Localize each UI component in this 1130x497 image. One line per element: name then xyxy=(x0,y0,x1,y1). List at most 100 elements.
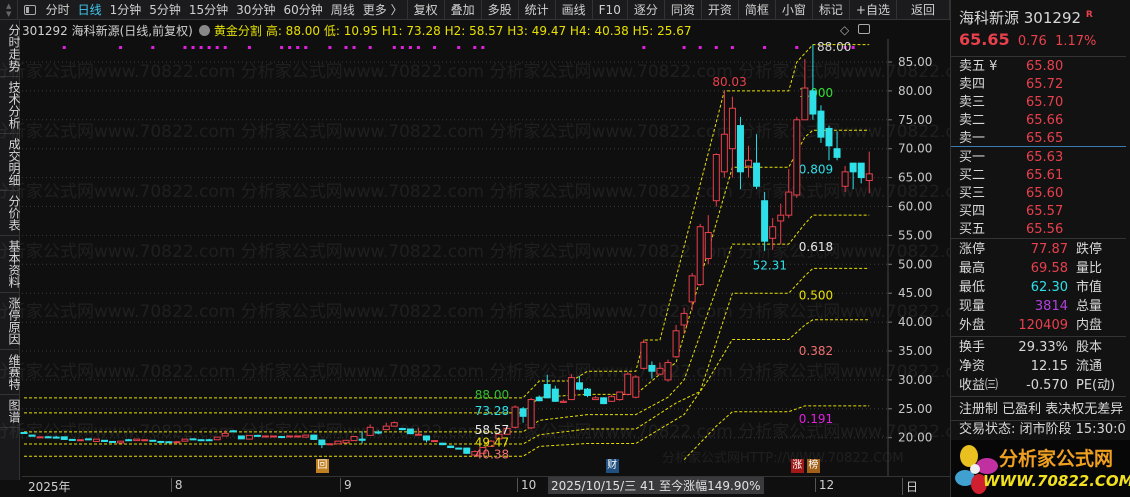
signal-dot xyxy=(199,46,203,49)
signal-dot xyxy=(682,46,686,49)
divider xyxy=(951,146,1126,147)
ask-label: 卖三 xyxy=(959,95,986,110)
stat-value: 77.87 xyxy=(1030,242,1068,257)
candle-body xyxy=(157,440,165,443)
candle-body xyxy=(817,110,825,138)
candle-body xyxy=(688,275,696,303)
candle-body xyxy=(543,384,551,399)
signal-dot xyxy=(352,46,356,49)
bid-price: 65.57 xyxy=(1026,204,1064,219)
signal-dot xyxy=(481,46,485,49)
price-change: 0.76 xyxy=(1017,34,1047,49)
candle xyxy=(20,431,28,434)
candle xyxy=(60,436,68,441)
candle-body xyxy=(511,406,519,428)
candle-body xyxy=(632,376,640,398)
ask-price: 65.65 xyxy=(1026,131,1064,146)
y-tick-label: 75.00 xyxy=(898,113,932,127)
stat-label: 现量 xyxy=(959,299,986,314)
bid-row: 买二 65.61 xyxy=(959,167,1063,185)
ask-label: 卖四 xyxy=(959,77,986,92)
signal-dot xyxy=(433,46,437,49)
fib-line xyxy=(24,267,870,445)
candle-body xyxy=(769,226,777,239)
candle-body xyxy=(559,400,567,403)
candle xyxy=(656,362,664,376)
signal-dot xyxy=(191,46,195,49)
candle xyxy=(237,435,245,440)
candle-body xyxy=(777,214,785,222)
candle-body xyxy=(439,442,447,446)
fib-value-label: 73.28 xyxy=(475,404,509,418)
candle-body xyxy=(149,439,157,442)
signal-dot xyxy=(296,46,300,49)
bid-label: 买三 xyxy=(959,186,986,201)
fib-line xyxy=(24,44,870,399)
candle-body xyxy=(20,431,28,434)
candle-body xyxy=(382,425,390,431)
signal-dot xyxy=(207,46,211,49)
candle xyxy=(648,361,656,379)
event-marker[interactable]: 涨 xyxy=(790,459,804,473)
candle-body xyxy=(584,388,591,397)
candle xyxy=(68,438,76,441)
bid-row: 买五 65.56 xyxy=(959,221,1063,239)
y-tick-label: 80.00 xyxy=(898,84,932,98)
signal-dot xyxy=(288,46,292,49)
candle xyxy=(165,441,173,444)
candle-body xyxy=(423,435,430,441)
kline-chart[interactable]: 分析家公式网www.70822.com 分析家公式网www.70822.com … xyxy=(0,39,982,476)
candle xyxy=(262,435,269,438)
candle-body xyxy=(342,439,350,444)
candle-body xyxy=(189,438,197,441)
candle-body xyxy=(141,439,149,442)
trade-status: 交易状态: 闭市阶段 15:30:0 xyxy=(959,422,1126,437)
candle xyxy=(801,59,809,121)
quote-panel: 海科新源 301292 R 65.65 0.76 1.17% 卖五 ¥ 65.80… xyxy=(950,0,1130,497)
candle-body xyxy=(52,436,60,439)
candle-body xyxy=(648,364,656,372)
stat-value: 62.30 xyxy=(1030,280,1068,295)
candle xyxy=(205,438,213,442)
event-marker[interactable]: 回 xyxy=(315,459,329,473)
candle-body xyxy=(535,396,543,402)
candle xyxy=(664,359,672,382)
y-tick-label: 60.00 xyxy=(898,200,932,214)
candle xyxy=(865,151,873,194)
candle xyxy=(294,435,302,438)
candle xyxy=(736,116,744,190)
candle-body xyxy=(833,148,841,158)
candle-body xyxy=(101,439,108,442)
candle xyxy=(189,438,197,441)
candle xyxy=(720,90,728,178)
candle xyxy=(84,438,92,441)
signal-dot xyxy=(473,46,477,49)
signal-dot xyxy=(215,46,219,49)
event-marker[interactable]: 榜 xyxy=(806,459,820,473)
signal-dot xyxy=(119,46,123,49)
x-tick-label: 8 xyxy=(170,478,183,492)
candle xyxy=(447,445,455,449)
event-marker[interactable]: 财 xyxy=(605,459,619,473)
stock-name-code: 海科新源 301292 R xyxy=(959,6,1093,27)
ask-label: 卖二 xyxy=(959,113,986,128)
candle-body xyxy=(575,382,583,390)
logo: 分析家公式网 WWW.70822.COM xyxy=(951,440,1130,497)
candle xyxy=(592,396,600,401)
candle xyxy=(278,435,286,439)
bid-row: 买三 65.60 xyxy=(959,185,1063,203)
fib-value-label: 88.00 xyxy=(475,388,509,402)
signal-dot xyxy=(328,46,332,49)
candle xyxy=(36,436,44,439)
stat-label: 最低 xyxy=(959,280,986,295)
stat-value: 12.15 xyxy=(1030,359,1068,374)
candle xyxy=(833,131,841,161)
signal-dot xyxy=(457,46,461,49)
candle-body xyxy=(205,439,213,442)
candle-body xyxy=(92,438,100,442)
bid-row: 买一 65.63 xyxy=(959,149,1063,167)
stat-row: 净资 12.15 流通 xyxy=(959,358,1129,376)
candle xyxy=(680,307,688,334)
candle-body xyxy=(640,341,648,369)
divider xyxy=(951,56,1126,57)
